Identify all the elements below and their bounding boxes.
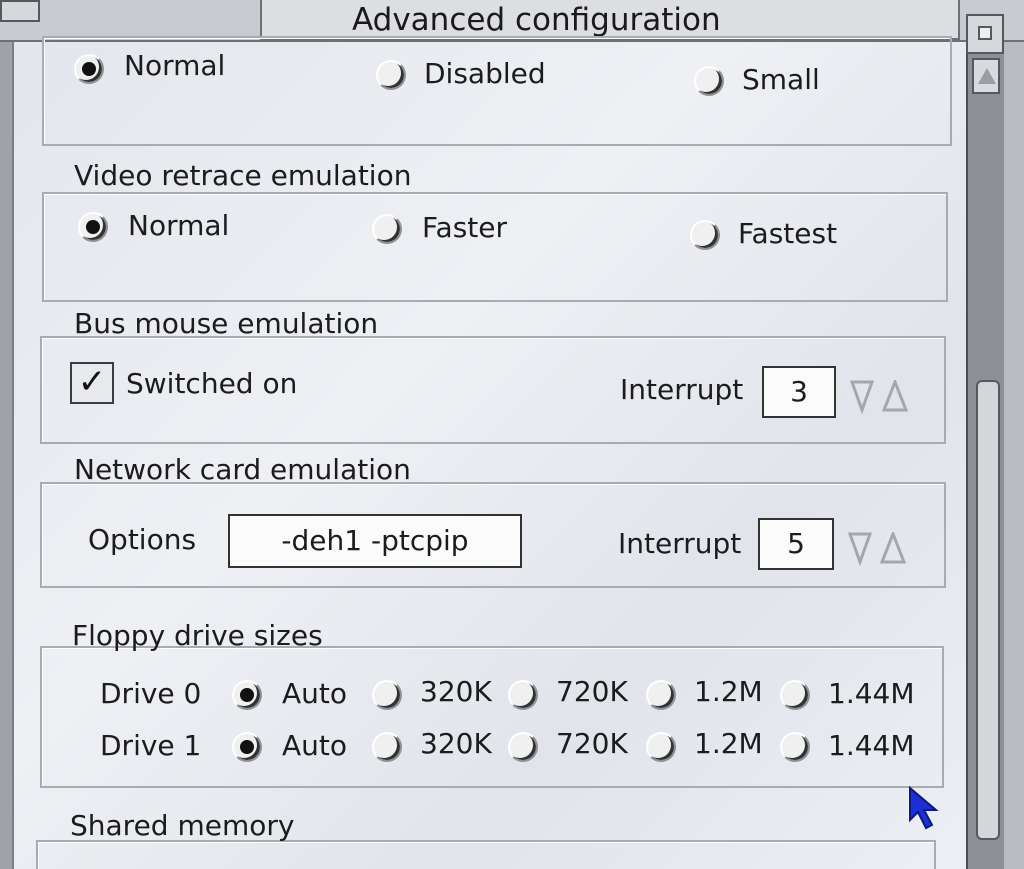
stepper-arrows-icon (847, 529, 907, 567)
top-disabled-label[interactable]: Disabled (424, 58, 546, 90)
video-faster-label[interactable]: Faster (422, 212, 507, 244)
top-small-radio[interactable] (694, 66, 724, 96)
bus-mouse-checkbox-label[interactable]: Switched on (126, 368, 297, 400)
top-disabled-radio[interactable] (376, 60, 406, 90)
drive1-auto-radio[interactable] (232, 732, 262, 762)
drive1-auto-label[interactable]: Auto (282, 730, 347, 762)
drive1-1.2m-radio[interactable] (646, 732, 676, 762)
drive1-720k-radio[interactable] (508, 732, 538, 762)
drive0-1.2m-radio[interactable] (646, 680, 676, 710)
scroll-up-arrow-icon (978, 68, 996, 84)
network-options-label: Options (88, 523, 197, 556)
drive0-auto-radio[interactable] (232, 680, 262, 710)
window-title[interactable]: Advanced configuration (260, 0, 960, 40)
drive1-1.44m-label[interactable]: 1.44M (828, 730, 915, 762)
bus-mouse-interrupt-label: Interrupt (620, 373, 744, 406)
drive1-label: Drive 1 (100, 729, 202, 762)
bus-mouse-checkbox[interactable]: ✓ (70, 362, 114, 404)
floppy-sizes-title: Floppy drive sizes (72, 619, 323, 652)
drive1-720k-label[interactable]: 720K (556, 728, 628, 760)
drive0-label: Drive 0 (100, 677, 202, 710)
video-faster-radio[interactable] (372, 214, 402, 244)
drive1-320k-radio[interactable] (372, 732, 402, 762)
network-interrupt-label: Interrupt (618, 527, 742, 560)
network-card-title: Network card emulation (74, 453, 411, 486)
vertical-scrollbar[interactable] (966, 54, 1004, 869)
video-fastest-radio[interactable] (690, 220, 720, 250)
drive0-1.44m-radio[interactable] (780, 680, 810, 710)
drive0-1.2m-label[interactable]: 1.2M (694, 676, 763, 708)
network-interrupt-stepper[interactable] (847, 529, 908, 567)
scroll-up-button[interactable] (972, 58, 1000, 94)
drive0-320k-radio[interactable] (372, 680, 402, 710)
drive0-1.44m-label[interactable]: 1.44M (828, 678, 915, 710)
drive0-720k-radio[interactable] (508, 680, 538, 710)
video-fastest-label[interactable]: Fastest (738, 218, 837, 250)
drive1-320k-label[interactable]: 320K (420, 728, 492, 760)
video-retrace-title: Video retrace emulation (74, 159, 412, 192)
top-small-label[interactable]: Small (742, 64, 820, 96)
floppy-sizes-group (40, 646, 944, 788)
drive0-720k-label[interactable]: 720K (556, 676, 628, 708)
shared-memory-group (36, 840, 936, 869)
network-options-input[interactable]: -deh1 -ptcpip (228, 514, 522, 568)
bus-mouse-interrupt-stepper[interactable] (849, 377, 910, 415)
bus-mouse-interrupt-field[interactable]: 3 (762, 366, 836, 418)
bus-mouse-title: Bus mouse emulation (74, 307, 379, 340)
toggle-size-button[interactable] (966, 14, 1004, 54)
drive0-auto-label[interactable]: Auto (282, 678, 347, 710)
top-normal-radio[interactable] (74, 54, 104, 84)
stepper-arrows-icon (849, 377, 909, 415)
dialog-pane: Normal Disabled Small Video retrace emul… (12, 36, 966, 869)
drive1-1.44m-radio[interactable] (780, 732, 810, 762)
drive1-1.2m-label[interactable]: 1.2M (694, 728, 763, 760)
shared-memory-title: Shared memory (70, 809, 295, 842)
video-normal-radio[interactable] (78, 212, 108, 242)
scroll-thumb[interactable] (976, 380, 1000, 840)
video-normal-label[interactable]: Normal (128, 210, 229, 242)
pointer-arrow-icon (906, 785, 940, 830)
drive0-320k-label[interactable]: 320K (420, 676, 492, 708)
network-interrupt-field[interactable]: 5 (758, 518, 834, 570)
window-left-edge (0, 0, 12, 869)
toggle-size-icon (978, 26, 992, 40)
top-normal-label[interactable]: Normal (124, 50, 225, 82)
back-button[interactable] (0, 0, 40, 22)
